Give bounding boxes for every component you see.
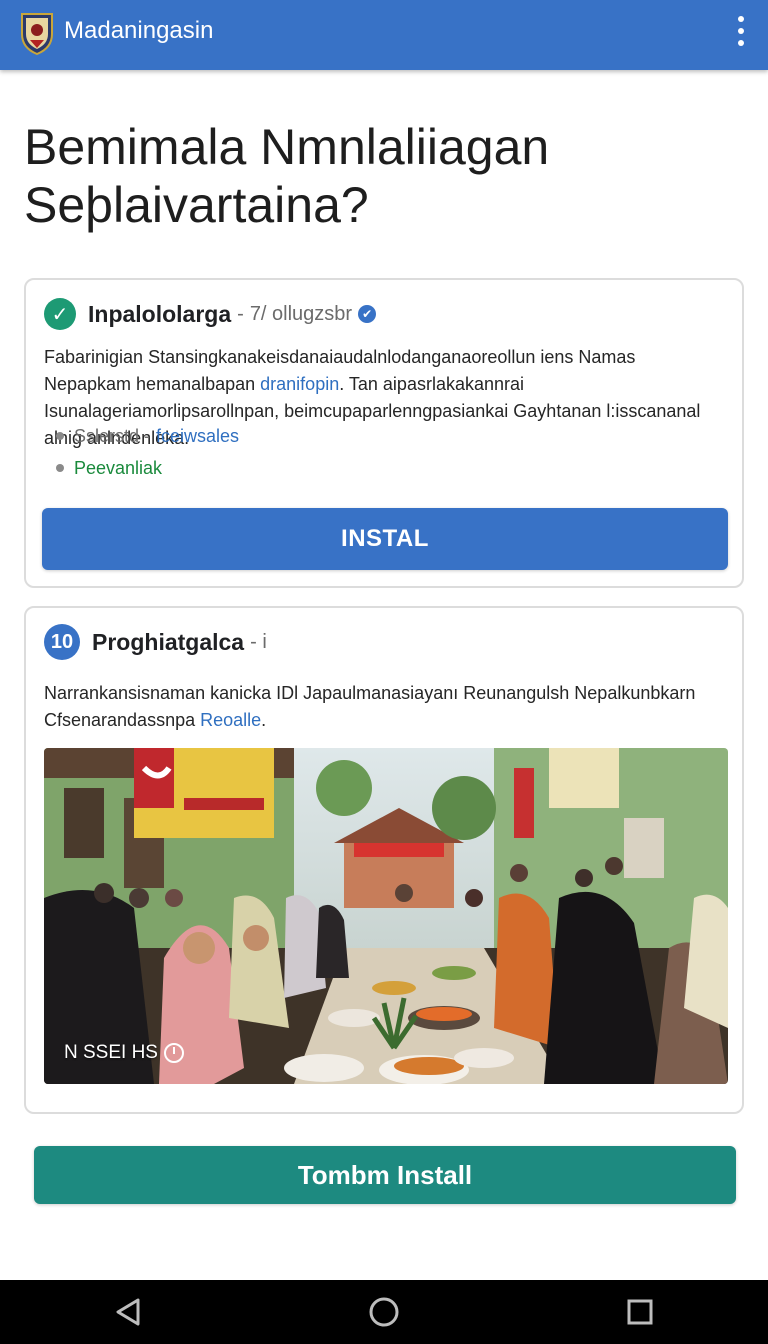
- check-circle-icon: ✓: [44, 298, 76, 330]
- card-handle[interactable]: 7/ ollugzsbr: [250, 303, 352, 326]
- system-nav-bar: [0, 1280, 768, 1344]
- card-separator: - i: [250, 630, 267, 653]
- card-header: 10 Proghiatgalca - i: [44, 624, 273, 660]
- install-cta-button[interactable]: Tombm Install: [34, 1146, 736, 1204]
- description-link[interactable]: dranifopin: [260, 374, 339, 394]
- card-title: Proghiatgalca: [92, 628, 245, 655]
- card-title: Inpalololarga: [88, 300, 232, 327]
- list-item: Sslerstd - fceiwsales: [56, 420, 239, 452]
- card-header: ✓ Inpalololarga - 7/ ollugzsbr ✔: [44, 298, 377, 330]
- list-item-link[interactable]: fceiwsales: [156, 426, 239, 447]
- page-title-line-2: Seþlaivartaina?: [24, 177, 369, 233]
- list-item: Peevanliak: [56, 452, 239, 484]
- app-bar: Madaningasin: [0, 0, 768, 70]
- bullet-icon: [56, 464, 64, 472]
- app-card-2: 10 Proghiatgalca - i Narrankansisnaman k…: [24, 606, 744, 1114]
- feature-list: Sslerstd - fceiwsales Peevanliak: [56, 420, 239, 484]
- recents-square-icon[interactable]: [610, 1292, 670, 1332]
- card-separator: -: [237, 302, 244, 325]
- description-end: .: [261, 710, 267, 730]
- install-button[interactable]: INSTAL: [42, 508, 728, 570]
- list-item-text: Peevanliak: [74, 457, 163, 478]
- photo-caption: N SSEI HS: [64, 1042, 184, 1064]
- photo-caption-text: N SSEI HS: [64, 1042, 158, 1063]
- list-item-text: Sslerstd -: [74, 425, 151, 446]
- app-title: Madaningasin: [64, 17, 214, 44]
- more-vert-icon[interactable]: [734, 16, 748, 46]
- description-link[interactable]: Reoalle: [200, 710, 261, 730]
- verified-icon: ✔: [358, 305, 377, 323]
- clock-icon: [163, 1043, 184, 1063]
- number-badge: 10: [44, 624, 80, 660]
- card-description: Narrankansisnaman kanicka IDl Japaulmana…: [44, 680, 724, 734]
- app-logo-icon[interactable]: [18, 10, 56, 56]
- community-photo[interactable]: N SSEI HS: [44, 748, 728, 1084]
- page-title: Bemimala Nmnlaliiagan Seþlaivartaina?: [24, 118, 744, 234]
- app-card-1: ✓ Inpalololarga - 7/ ollugzsbr ✔ Fabarin…: [24, 278, 744, 588]
- page-title-line-1: Bemimala Nmnlaliiagan: [24, 119, 550, 175]
- back-triangle-icon[interactable]: [98, 1292, 158, 1332]
- photo-illustration: [44, 748, 728, 1084]
- description-text: Narrankansisnaman kanicka IDl Japaulmana…: [44, 683, 696, 730]
- home-circle-icon[interactable]: [354, 1292, 414, 1332]
- bullet-icon: [56, 432, 64, 440]
